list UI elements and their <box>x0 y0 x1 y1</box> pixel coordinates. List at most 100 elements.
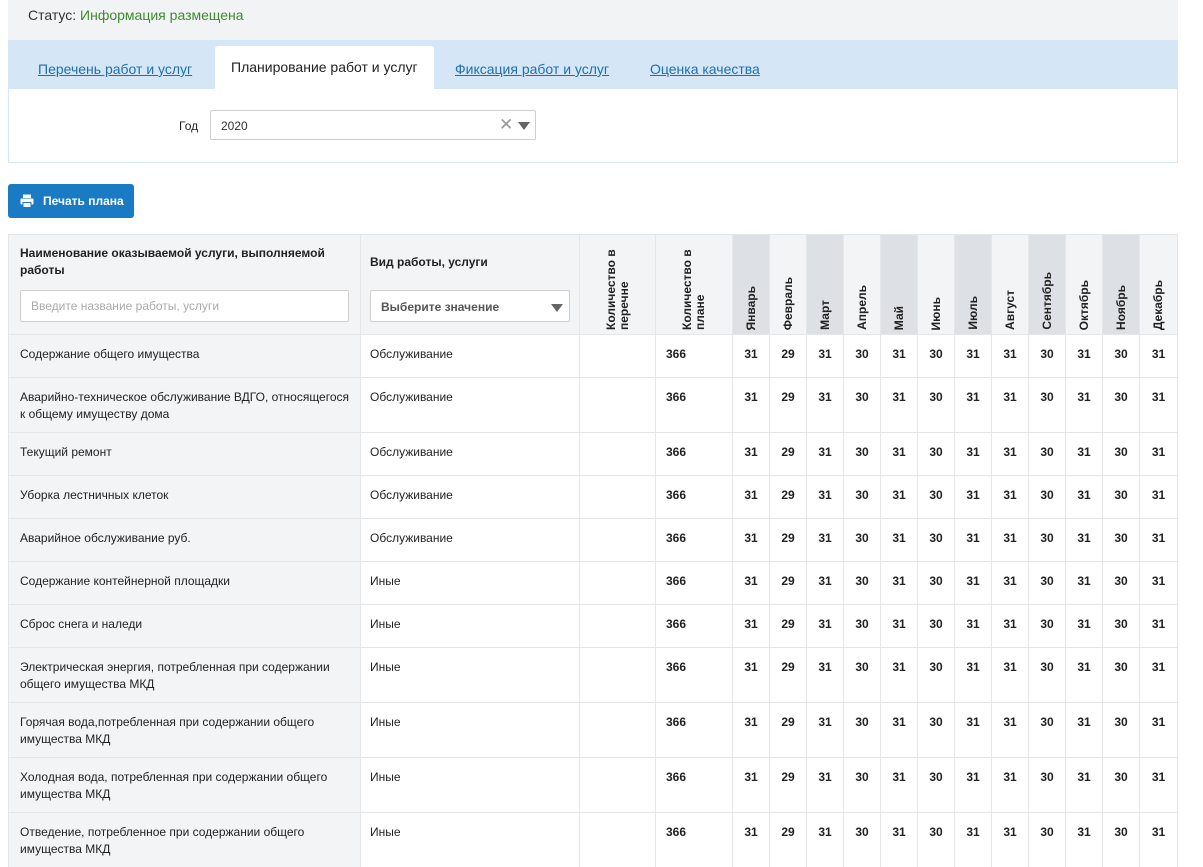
row-month-value: 30 <box>843 647 881 703</box>
tab-quality-assessment[interactable]: Оценка качества <box>650 61 760 77</box>
row-month-value: 30 <box>1102 334 1140 378</box>
table-row: Содержание общего имущества Обслуживание 3… <box>8 334 1178 378</box>
header-month-october: Октябрь <box>1065 234 1103 335</box>
row-month-value: 31 <box>1139 432 1178 476</box>
row-month-value: 31 <box>806 812 844 867</box>
header-month-may: Май <box>880 234 918 335</box>
row-month-value: 31 <box>1065 518 1103 562</box>
year-select[interactable]: 2020 ✕ <box>210 110 536 140</box>
row-month-value: 31 <box>732 334 770 378</box>
row-month-value: 31 <box>806 604 844 648</box>
header-qty-list: Количество в перечне <box>579 234 656 335</box>
row-month-value: 30 <box>843 475 881 519</box>
row-month-value: 31 <box>880 475 918 519</box>
row-qty-list <box>579 475 656 519</box>
row-qty-list <box>579 702 656 758</box>
table-row: Уборка лестничных клеток Обслуживание 366 3… <box>8 475 1178 519</box>
work-type-filter-select[interactable]: Выберите значение <box>370 290 570 322</box>
month-label: Сентябрь <box>1039 272 1054 330</box>
header-work-type-label: Вид работы, услуги <box>370 255 488 269</box>
row-month-value: 30 <box>917 432 955 476</box>
row-qty-plan: 366 <box>655 432 733 476</box>
row-month-value: 31 <box>732 518 770 562</box>
table-row: Отведение, потребленное при содержании о… <box>8 812 1178 867</box>
row-month-value: 30 <box>1102 518 1140 562</box>
row-work-type: Иные <box>360 604 580 648</box>
row-month-value: 31 <box>991 432 1029 476</box>
row-qty-list <box>579 334 656 378</box>
row-work-type: Обслуживание <box>360 377 580 433</box>
row-month-value: 31 <box>1139 702 1178 758</box>
row-month-value: 31 <box>806 647 844 703</box>
row-month-value: 31 <box>732 647 770 703</box>
row-month-value: 29 <box>769 432 807 476</box>
row-month-value: 29 <box>769 377 807 433</box>
month-label: Май <box>891 305 906 330</box>
row-service-name: Холодная вода, потребленная при содержан… <box>8 757 361 813</box>
row-month-value: 31 <box>1139 334 1178 378</box>
month-label: Февраль <box>780 276 795 330</box>
service-name-filter-input[interactable] <box>20 290 349 322</box>
row-month-value: 30 <box>843 812 881 867</box>
row-service-name: Аварийное обслуживание руб. <box>8 518 361 562</box>
row-month-value: 31 <box>954 812 992 867</box>
row-month-value: 31 <box>806 561 844 605</box>
row-month-value: 31 <box>1065 432 1103 476</box>
plan-table: Наименование оказываемой услуги, выполня… <box>8 234 1178 867</box>
row-month-value: 31 <box>880 334 918 378</box>
row-month-value: 31 <box>954 702 992 758</box>
row-month-value: 31 <box>732 702 770 758</box>
row-month-value: 31 <box>880 812 918 867</box>
month-label: Март <box>817 300 832 330</box>
header-month-june: Июнь <box>917 234 955 335</box>
header-qty-list-label: Количество в перечне <box>603 249 631 330</box>
row-month-value: 30 <box>1102 377 1140 433</box>
row-qty-plan: 366 <box>655 475 733 519</box>
table-row: Холодная вода, потребленная при содержан… <box>8 757 1178 813</box>
chevron-down-icon[interactable] <box>518 122 530 130</box>
tab-works-list[interactable]: Перечень работ и услуг <box>38 61 192 77</box>
row-month-value: 30 <box>1028 432 1066 476</box>
row-work-type: Обслуживание <box>360 432 580 476</box>
row-month-value: 30 <box>843 334 881 378</box>
row-month-value: 30 <box>843 518 881 562</box>
clear-x-icon[interactable]: ✕ <box>499 115 513 135</box>
row-month-value: 30 <box>843 561 881 605</box>
row-month-value: 30 <box>1028 647 1066 703</box>
row-month-value: 31 <box>806 334 844 378</box>
row-month-value: 31 <box>806 377 844 433</box>
print-plan-button[interactable]: Печать плана <box>8 184 134 218</box>
row-month-value: 30 <box>1102 812 1140 867</box>
row-month-value: 30 <box>1028 604 1066 648</box>
row-month-value: 31 <box>806 757 844 813</box>
row-month-value: 30 <box>1028 334 1066 378</box>
status-label: Статус: <box>28 7 77 23</box>
table-header-row: Наименование оказываемой услуги, выполня… <box>8 234 1178 335</box>
row-month-value: 31 <box>991 334 1029 378</box>
header-month-september: Сентябрь <box>1028 234 1066 335</box>
row-month-value: 31 <box>732 475 770 519</box>
row-month-value: 31 <box>880 518 918 562</box>
tab-works-planning[interactable]: Планирование работ и услуг <box>215 46 434 89</box>
row-month-value: 31 <box>880 604 918 648</box>
row-month-value: 31 <box>880 702 918 758</box>
row-qty-plan: 366 <box>655 757 733 813</box>
header-month-february: Февраль <box>769 234 807 335</box>
row-month-value: 30 <box>1028 475 1066 519</box>
row-month-value: 30 <box>917 647 955 703</box>
row-month-value: 31 <box>1065 475 1103 519</box>
row-month-value: 30 <box>1102 647 1140 703</box>
row-service-name: Отведение, потребленное при содержании о… <box>8 812 361 867</box>
header-month-november: Ноябрь <box>1102 234 1140 335</box>
row-month-value: 31 <box>880 561 918 605</box>
row-month-value: 31 <box>880 432 918 476</box>
row-month-value: 31 <box>1065 561 1103 605</box>
row-month-value: 31 <box>806 702 844 758</box>
row-qty-list <box>579 518 656 562</box>
row-month-value: 31 <box>991 377 1029 433</box>
row-month-value: 31 <box>954 561 992 605</box>
year-select-value: 2020 <box>221 119 248 133</box>
tab-works-fixation[interactable]: Фиксация работ и услуг <box>455 61 609 77</box>
row-month-value: 30 <box>917 518 955 562</box>
row-qty-list <box>579 604 656 648</box>
